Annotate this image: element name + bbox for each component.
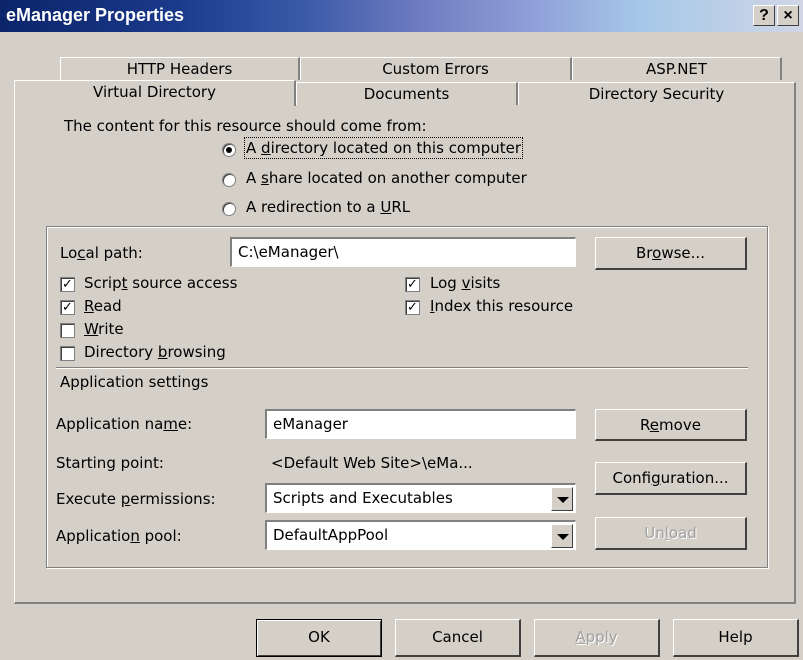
tab-http-headers[interactable]: HTTP Headers [60, 57, 300, 80]
execute-permissions-label: Execute permissions: [56, 490, 216, 508]
tab-documents[interactable]: Documents [296, 82, 518, 105]
application-pool-label: Application pool: [56, 527, 182, 545]
tab-virtual-directory[interactable]: Virtual Directory [14, 80, 296, 106]
checkbox-read[interactable]: ✓ [60, 300, 75, 315]
radio-local-directory-label[interactable]: A directory located on this computer [243, 137, 524, 159]
index-resource-label[interactable]: Index this resource [430, 297, 573, 315]
starting-point-value: <Default Web Site>\eMa... [271, 454, 473, 472]
browse-button[interactable]: Browse... [595, 237, 747, 270]
write-label[interactable]: Write [84, 320, 124, 338]
radio-network-share-label[interactable]: A share located on another computer [246, 169, 527, 187]
window-title: eManager Properties [6, 5, 185, 25]
apply-button[interactable]: Apply [534, 619, 660, 657]
radio-network-share[interactable] [222, 173, 236, 187]
chevron-down-icon[interactable] [551, 524, 573, 548]
checkbox-index-resource[interactable]: ✓ [405, 300, 420, 315]
application-name-input[interactable]: eManager [265, 409, 576, 439]
section-divider [56, 367, 748, 369]
unload-button[interactable]: Unload [595, 517, 747, 550]
cancel-button[interactable]: Cancel [395, 619, 521, 657]
help-footer-button[interactable]: Help [673, 619, 799, 657]
execute-permissions-select[interactable]: Scripts and Executables [265, 483, 576, 513]
configuration-button[interactable]: Configuration... [595, 462, 747, 495]
title-bar: eManager Properties ? × [0, 0, 803, 32]
content-source-heading: The content for this resource should com… [64, 117, 427, 135]
checkbox-script-source[interactable]: ✓ [60, 277, 75, 292]
log-visits-label[interactable]: Log visits [430, 274, 500, 292]
checkbox-log-visits[interactable]: ✓ [405, 277, 420, 292]
application-settings-heading: Application settings [60, 373, 209, 391]
radio-redirect-url-label[interactable]: A redirection to a URL [246, 198, 410, 216]
script-source-label[interactable]: Script source access [84, 274, 237, 292]
application-name-label: Application name: [56, 415, 193, 433]
chevron-down-icon[interactable] [551, 487, 573, 511]
local-path-input[interactable]: C:\eManager\ [230, 237, 576, 267]
tab-aspnet[interactable]: ASP.NET [572, 57, 782, 80]
checkbox-directory-browsing[interactable] [60, 346, 75, 361]
help-button[interactable]: ? [753, 5, 775, 26]
read-label[interactable]: Read [84, 297, 122, 315]
tab-custom-errors[interactable]: Custom Errors [300, 57, 572, 80]
ok-button[interactable]: OK [256, 619, 382, 657]
checkbox-write[interactable] [60, 323, 75, 338]
application-pool-value: DefaultAppPool [273, 526, 389, 544]
application-pool-select[interactable]: DefaultAppPool [265, 520, 576, 550]
radio-redirect-url[interactable] [222, 202, 236, 216]
tab-directory-security[interactable]: Directory Security [518, 82, 796, 105]
radio-local-directory[interactable] [222, 143, 236, 157]
starting-point-label: Starting point: [56, 454, 164, 472]
local-path-label: Local path: [60, 244, 143, 262]
remove-button[interactable]: Remove [595, 409, 747, 441]
close-button[interactable]: × [777, 5, 799, 26]
execute-permissions-value: Scripts and Executables [273, 489, 453, 507]
directory-browsing-label[interactable]: Directory browsing [84, 343, 226, 361]
